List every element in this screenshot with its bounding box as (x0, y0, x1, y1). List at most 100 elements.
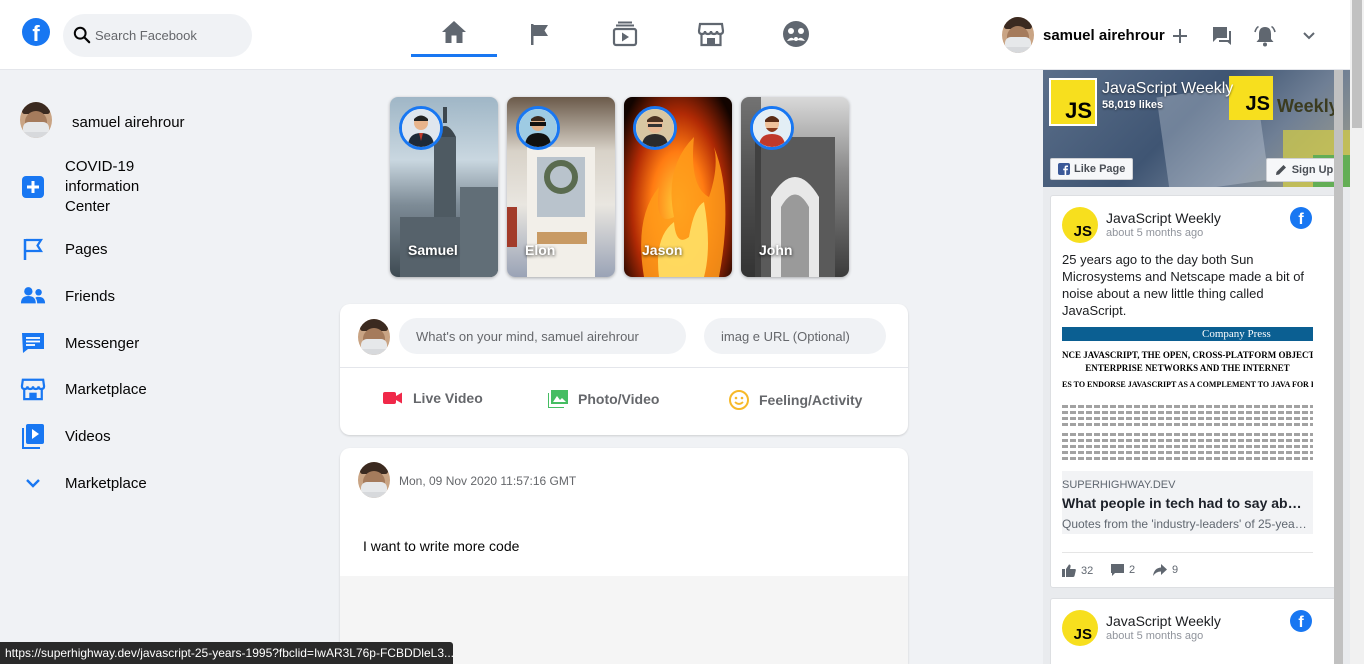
groups-icon (783, 20, 809, 47)
search-input[interactable] (95, 14, 245, 57)
post-page-name[interactable]: JavaScript Weekly (1106, 210, 1221, 226)
story-avatar (750, 106, 794, 150)
nav-tab-watch[interactable] (582, 10, 668, 57)
link-description: Quotes from the 'industry-leaders' of 25… (1062, 517, 1309, 531)
photo-video-button[interactable]: Photo/Video (548, 390, 659, 408)
sidebar-user-name[interactable]: samuel airehrour (72, 114, 185, 131)
page-post: JS JavaScript Weekly about 5 months ago … (1050, 598, 1339, 664)
post-composer: Live Video Photo/Video Feeling/Activity (340, 304, 908, 435)
sidebar-item-marketplace[interactable]: Marketplace (20, 376, 147, 402)
nav-tab-marketplace[interactable] (668, 10, 754, 57)
account-menu-button[interactable] (1296, 23, 1322, 49)
post-author-avatar[interactable] (358, 462, 390, 498)
sidebar-item-label: Friends (65, 287, 116, 305)
composer-divider (340, 367, 908, 368)
flag-icon (20, 236, 46, 262)
marketplace-icon (697, 22, 725, 46)
header-avatar[interactable] (1002, 17, 1034, 53)
post-time[interactable]: about 5 months ago (1106, 630, 1203, 642)
page-scroll-thumb[interactable] (1352, 0, 1362, 128)
sidebar-item-messenger[interactable]: Messenger (20, 330, 139, 356)
story-card[interactable]: John (741, 97, 849, 277)
sidebar-item-covid[interactable]: COVID-19 information Center (20, 157, 139, 217)
status-bar-url: https://superhighway.dev/javascript-25-y… (0, 642, 453, 664)
live-video-icon (383, 391, 403, 405)
photo-icon (548, 390, 568, 408)
cover-weekly-text: Weekly (1277, 96, 1339, 116)
sidebar-item-friends[interactable]: Friends (20, 283, 115, 309)
feeling-activity-button[interactable]: Feeling/Activity (729, 390, 862, 410)
facebook-icon[interactable]: f (1290, 207, 1312, 229)
sidebar-avatar[interactable] (20, 102, 52, 138)
smile-icon (729, 390, 749, 410)
thumbs-up-icon (1062, 564, 1076, 577)
story-card[interactable]: Elon (507, 97, 615, 277)
share-count[interactable]: 9 (1153, 564, 1178, 576)
sidebar-item-label: Marketplace (65, 380, 147, 398)
page-logo[interactable]: JS (1049, 78, 1097, 126)
link-domain: SUPERHIGHWAY.DEV (1062, 479, 1176, 491)
plugin-scrollbar[interactable] (1334, 70, 1343, 664)
post-divider (1062, 552, 1313, 553)
plugin-scroll-thumb[interactable] (1334, 70, 1343, 664)
story-avatar (633, 106, 677, 150)
post-timestamp[interactable]: Mon, 09 Nov 2020 11:57:16 GMT (399, 474, 576, 488)
nav-tab-pages[interactable] (497, 10, 583, 57)
create-button[interactable] (1167, 23, 1193, 49)
comment-count[interactable]: 2 (1111, 564, 1135, 576)
post-time[interactable]: about 5 months ago (1106, 227, 1203, 239)
marketplace-icon (20, 376, 46, 402)
sign-up-button[interactable]: Sign Up (1266, 158, 1342, 182)
flag-icon (531, 23, 548, 45)
sidebar-item-label: Videos (65, 427, 111, 445)
link-title: What people in tech had to say about Jav… (1062, 495, 1309, 511)
home-icon (442, 21, 466, 43)
messenger-button[interactable] (1209, 23, 1235, 49)
messenger-icon (20, 330, 46, 356)
composer-avatar (358, 319, 390, 355)
page-name[interactable]: JavaScript Weekly (1102, 80, 1233, 98)
video-icon (612, 21, 638, 46)
page-likes: 58,019 likes (1102, 99, 1164, 111)
sidebar-item-label: COVID-19 information Center (65, 158, 140, 215)
page-scrollbar[interactable] (1350, 0, 1364, 664)
share-icon (1153, 564, 1167, 576)
live-video-button[interactable]: Live Video (383, 390, 483, 406)
story-card[interactable]: Jason (624, 97, 732, 277)
search-icon (73, 26, 91, 44)
post-page-avatar[interactable]: JS (1062, 207, 1098, 243)
post-text-input[interactable] (399, 318, 686, 354)
link-preview[interactable]: SUPERHIGHWAY.DEV What people in tech had… (1062, 471, 1313, 534)
notifications-button[interactable] (1252, 23, 1278, 49)
nav-tab-groups[interactable] (753, 10, 839, 57)
header-user-name[interactable]: samuel airehrour (1043, 27, 1165, 44)
facebook-square-icon (1058, 163, 1070, 175)
page-plugin: JS JS Weekly JavaScript Weekly 58,019 li… (1043, 70, 1350, 664)
sidebar-item-pages[interactable]: Pages (20, 236, 108, 262)
post-body: 25 years ago to the day both Sun Microsy… (1062, 252, 1305, 318)
search-box[interactable] (63, 14, 252, 57)
post-page-name[interactable]: JavaScript Weekly (1106, 613, 1221, 629)
cover-js-logo: JS (1229, 76, 1273, 120)
chevron-down-icon (20, 470, 46, 496)
plus-square-icon (20, 174, 46, 200)
sidebar-item-see-more[interactable]: Marketplace (20, 470, 147, 496)
like-count[interactable]: 32 (1062, 564, 1093, 577)
facebook-logo[interactable]: f (22, 18, 50, 46)
sidebar-item-label: Messenger (65, 334, 140, 352)
page-cover[interactable]: JS JS Weekly JavaScript Weekly 58,019 li… (1043, 70, 1350, 187)
chevron-down-icon (1303, 32, 1315, 40)
comment-icon (1111, 564, 1124, 576)
post-text: I want to write more code (363, 538, 520, 554)
link-preview-image[interactable]: Company Press Relations NCE JAVASCRIPT, … (1062, 327, 1313, 471)
story-card[interactable]: Samuel (390, 97, 498, 277)
nav-tab-home[interactable] (411, 10, 497, 57)
sidebar-item-label: Pages (65, 240, 108, 258)
like-page-button[interactable]: Like Page (1050, 158, 1134, 180)
facebook-icon[interactable]: f (1290, 610, 1312, 632)
story-name: Jason (642, 242, 683, 258)
post-page-avatar[interactable]: JS (1062, 610, 1098, 646)
friends-icon (20, 283, 46, 309)
sidebar-item-videos[interactable]: Videos (20, 423, 111, 449)
image-url-input[interactable] (704, 318, 886, 354)
